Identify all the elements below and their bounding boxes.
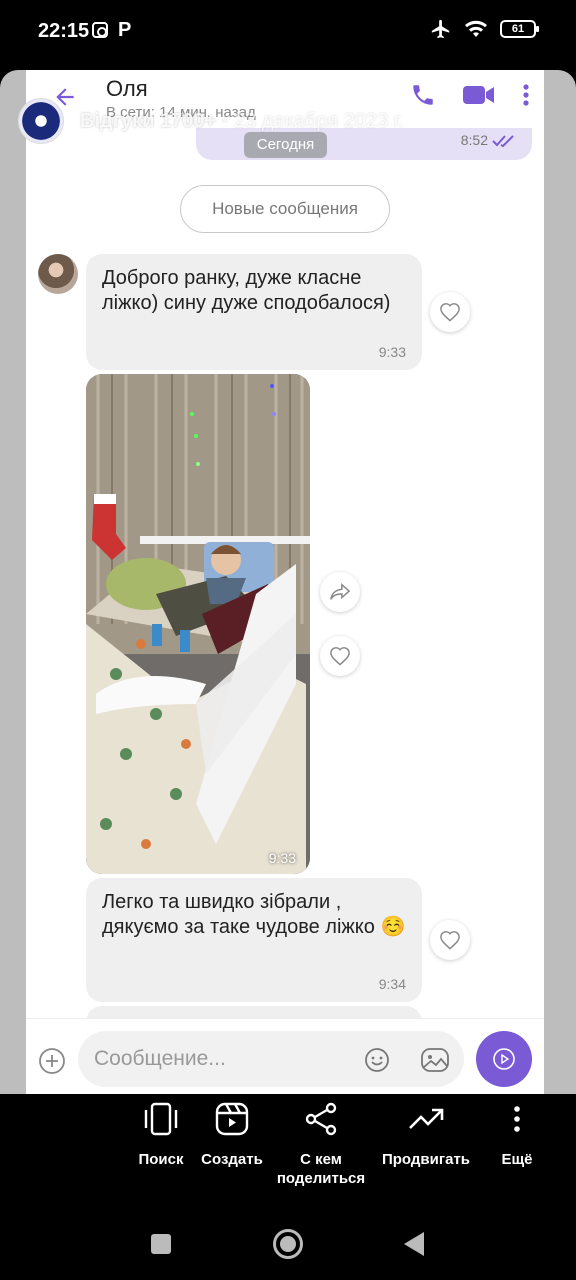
- overlay-title: Відгуки 1700+ · 23 декабря 2023 г.: [80, 110, 405, 132]
- new-messages-divider: Новые сообщения: [180, 185, 390, 233]
- message-time: 9:34: [378, 976, 406, 992]
- reels-icon: [196, 1094, 268, 1144]
- search-action[interactable]: Поиск: [126, 1094, 196, 1169]
- status-bar: 22:15 P 61: [0, 0, 576, 64]
- overlay-date: 23 декабря 2023 г.: [233, 110, 405, 132]
- photo-content: [86, 374, 310, 874]
- incoming-message[interactable]: Доброго ранку, дуже класне ліжко) сину д…: [86, 254, 422, 370]
- trending-up-icon: [374, 1094, 478, 1144]
- message-time: 9:33: [378, 344, 406, 360]
- message-text: Доброго ранку, дуже класне ліжко) сину д…: [102, 267, 391, 314]
- avatar[interactable]: [38, 254, 78, 294]
- action-label: Поиск: [138, 1151, 184, 1168]
- status-time: 22:15: [38, 20, 90, 42]
- bottom-action-bar: Поиск Создать С кем поделиться Продвигат…: [0, 1094, 576, 1194]
- more-action[interactable]: Ещё: [490, 1094, 544, 1169]
- airplane-mode-icon: [430, 18, 452, 40]
- app-notification-icon: P: [118, 19, 132, 41]
- incoming-message[interactable]: Легко та швидко зібрали , дякуємо за так…: [86, 878, 422, 1002]
- emoji-icon[interactable]: [364, 1047, 390, 1078]
- battery-icon: 61: [500, 20, 539, 38]
- recent-apps-button[interactable]: [151, 1234, 171, 1254]
- home-button[interactable]: [273, 1229, 303, 1259]
- message-text: Легко та швидко зібрали , дякуємо за так…: [102, 891, 406, 938]
- message-photo[interactable]: 9:33: [86, 374, 310, 874]
- share-icon: [268, 1094, 374, 1144]
- gallery-icon[interactable]: [420, 1047, 450, 1078]
- send-button[interactable]: [476, 1031, 532, 1087]
- create-action[interactable]: Создать: [196, 1094, 268, 1169]
- message-composer: [26, 1018, 544, 1094]
- app-card: Оля В сети: 14 мин. назад 8:52 Сегодня Н…: [0, 70, 576, 1094]
- overlay-label: Відгуки 1700+: [80, 110, 217, 132]
- more-vertical-icon: [490, 1094, 544, 1144]
- action-label: Ещё: [501, 1151, 533, 1168]
- message-time: 9:33: [268, 850, 296, 866]
- like-button[interactable]: [430, 920, 470, 960]
- wifi-icon: [464, 19, 488, 39]
- back-button[interactable]: [404, 1232, 424, 1256]
- story-overlay: Відгуки 1700+ · 23 декабря 2023 г.: [18, 98, 576, 146]
- instagram-icon: [92, 22, 108, 38]
- action-label: Создать: [201, 1151, 263, 1168]
- like-button[interactable]: [430, 292, 470, 332]
- avatar[interactable]: [18, 98, 64, 144]
- message-input-container: [78, 1031, 464, 1087]
- promote-action[interactable]: Продвигать: [374, 1094, 478, 1169]
- play-icon: [493, 1048, 515, 1070]
- system-nav-bar: [0, 1194, 576, 1280]
- message-input[interactable]: [94, 1031, 354, 1087]
- forward-button[interactable]: [320, 572, 360, 612]
- action-label: С кем поделиться: [276, 1151, 366, 1187]
- add-attachment-icon[interactable]: [38, 1047, 66, 1080]
- phone-frame-icon: [126, 1094, 196, 1144]
- like-button[interactable]: [320, 636, 360, 676]
- action-label: Продвигать: [381, 1151, 471, 1168]
- status-icons: 61: [430, 18, 539, 40]
- share-action[interactable]: С кем поделиться: [268, 1094, 374, 1188]
- chat-screen: Оля В сети: 14 мин. назад 8:52 Сегодня Н…: [18, 70, 544, 1094]
